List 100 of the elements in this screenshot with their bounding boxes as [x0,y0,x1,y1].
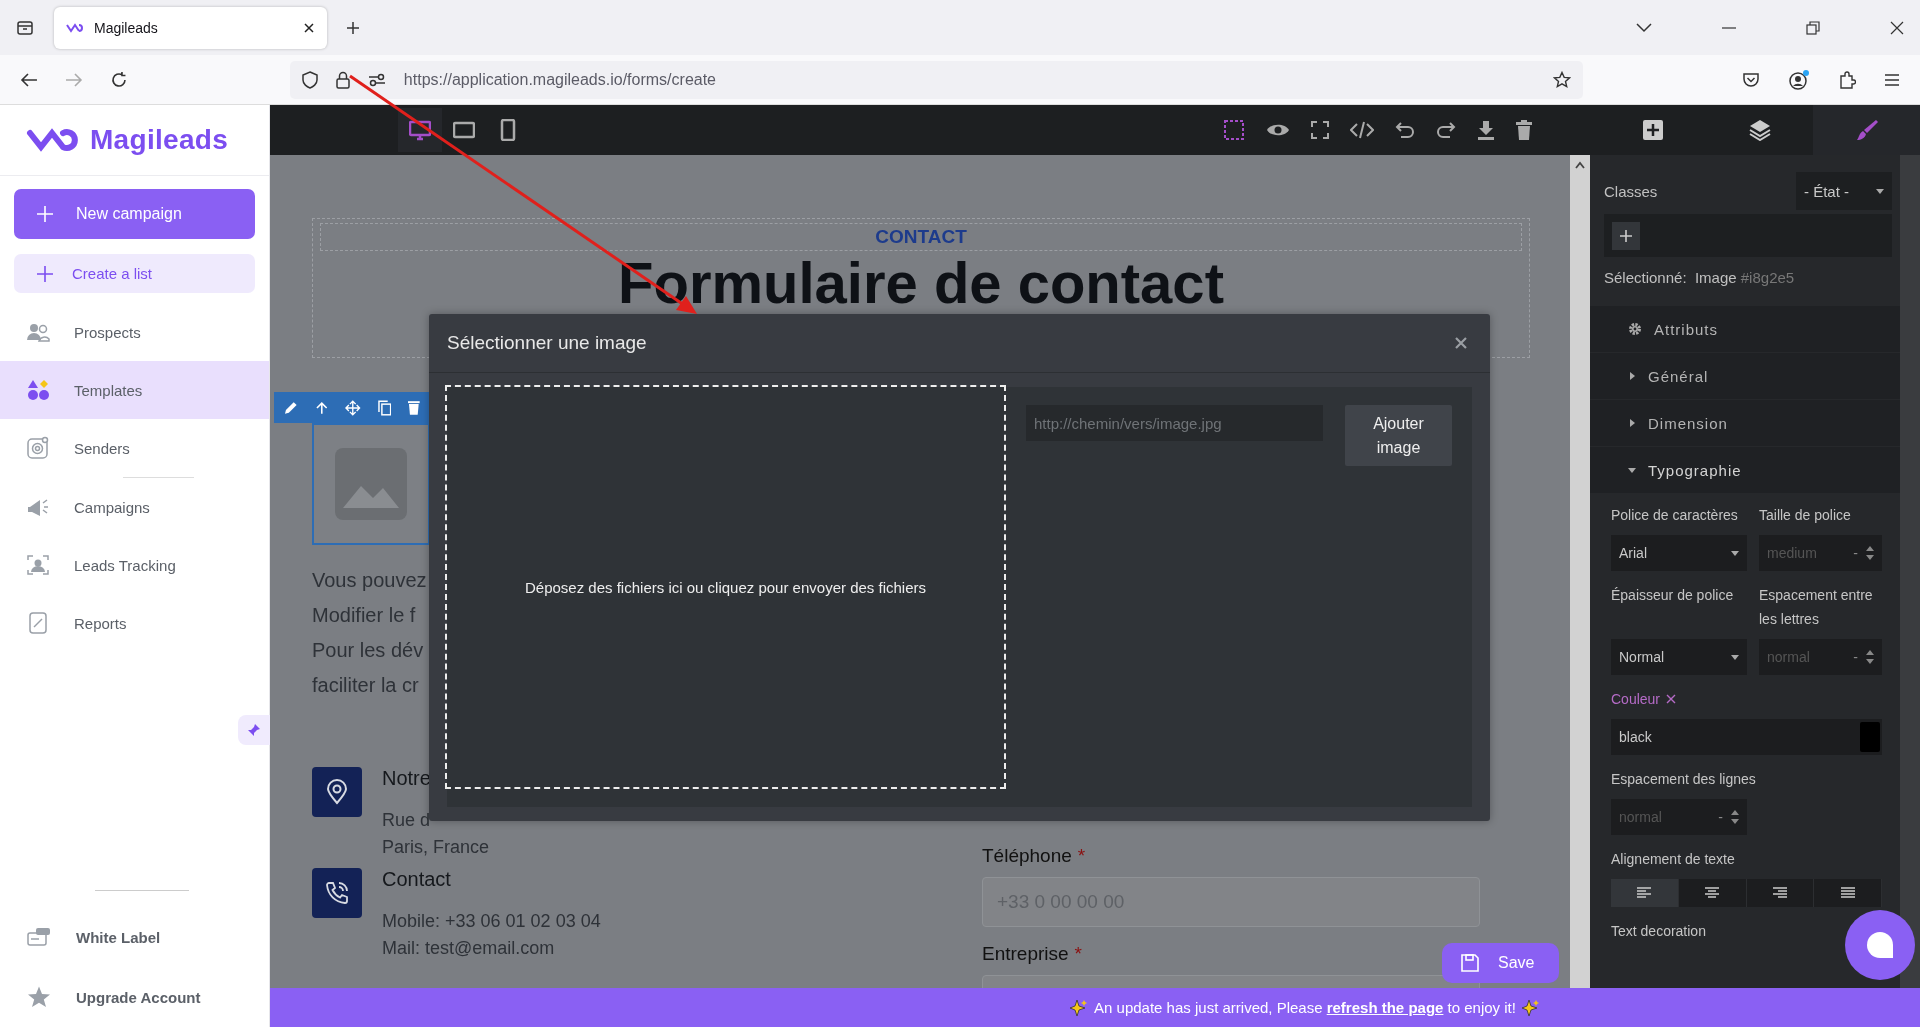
sparkle-icon [1070,998,1089,1017]
person-frame-icon [26,553,50,577]
panel-section[interactable]: Dimension [1590,400,1900,446]
eye-icon[interactable] [1266,122,1290,138]
brush-icon [1855,119,1878,141]
stepper-icon[interactable] [1866,650,1874,664]
refresh-link[interactable]: refresh the page [1326,999,1444,1016]
browser-tab[interactable]: Magileads [54,6,327,49]
tablet-icon [453,119,475,141]
arrow-up-icon[interactable] [314,400,329,415]
create-list-button[interactable]: Create a list [14,254,255,293]
contact-line: Mobile: +33 06 01 02 03 04 [382,911,601,932]
info-heading: Notre [382,767,432,790]
trash-icon[interactable] [408,400,420,415]
trash-icon[interactable] [1516,120,1532,140]
pencil-icon[interactable] [284,400,298,415]
number-field[interactable]: normal - [1759,639,1882,675]
pin-button[interactable] [238,715,270,745]
stepper-icon[interactable] [1731,810,1739,824]
location-pin-icon [326,779,348,805]
close-icon[interactable] [303,21,315,34]
caret-icon [1731,654,1739,660]
save-button[interactable]: Save [1442,943,1559,983]
property-label: Police de caractères [1611,506,1739,525]
tab-list-icon[interactable] [16,18,34,37]
scroll-up-icon[interactable] [1575,161,1585,169]
required-mark: * [1074,943,1082,965]
align-icon [1705,887,1720,899]
number-field[interactable]: normal - [1611,799,1747,835]
chevron-down-icon[interactable] [1636,22,1652,33]
account-icon[interactable] [1788,69,1810,90]
paragraph: Vous pouvez Modifier le f Pour les dév faciliter la cr [312,568,427,698]
layers-icon [1749,119,1771,141]
add-class-button[interactable] [1612,221,1640,250]
sidebar-item[interactable]: Templates [0,361,269,419]
add-image-button[interactable]: Ajouter image [1345,405,1452,466]
property-label: Taille de police [1759,506,1852,525]
classes-label: Classes [1604,182,1658,200]
restore-icon[interactable] [1806,20,1820,35]
color-swatch[interactable] [1860,722,1880,752]
caret-icon [1628,419,1636,427]
sidebar-item[interactable]: Senders [0,419,269,477]
code-icon[interactable] [1350,121,1374,139]
plus-box-icon [1642,119,1665,141]
address-bar[interactable]: https://application.magileads.io/forms/create [289,60,1583,99]
panel-section[interactable]: Typographie [1590,447,1900,493]
back-icon[interactable] [20,71,38,88]
menu-icon[interactable] [1884,72,1900,87]
device-button[interactable] [398,108,442,152]
star-icon[interactable] [1553,70,1571,89]
star-icon [26,985,52,1009]
chart-icon [26,611,50,635]
new-campaign-button[interactable]: New campaign [14,189,255,239]
sidebar-item[interactable]: Leads Tracking [0,536,269,594]
sidebar-item[interactable]: Upgrade Account [0,967,269,1027]
sidebar-item[interactable]: Reports [0,594,269,652]
stepper-icon[interactable] [1866,546,1874,560]
url-field[interactable]: http://chemin/vers/image.jpg [1026,405,1323,441]
drop-zone[interactable]: Déposez des fichiers ici ou cliquez pour envoyer des fichiers [445,385,1006,789]
shapes-icon [26,378,50,402]
shield-icon[interactable] [301,70,318,89]
sidebar-item[interactable]: White Label [0,907,269,967]
panel-section[interactable]: Attributs [1590,306,1900,352]
contact-line: Mail: test@email.com [382,938,556,959]
banner-message: An update has just arrived, Please refresh the page to enjoy it! [1094,999,1516,1016]
minimize-icon[interactable] [1722,26,1736,29]
property-label: Alignement de texte [1611,850,1736,869]
permissions-icon[interactable] [367,72,386,87]
new-tab-icon[interactable] [345,19,361,36]
logo-icon [66,22,84,33]
undo-icon[interactable] [1395,121,1415,139]
lock-icon[interactable] [335,70,350,89]
move-icon[interactable] [345,399,361,416]
select-field[interactable]: Arial [1611,535,1747,571]
reload-icon[interactable] [109,70,128,89]
copy-icon[interactable] [377,399,392,416]
required-mark: * [1077,845,1086,867]
download-icon[interactable] [1477,120,1495,140]
scrollbar[interactable] [1570,155,1590,988]
align-button[interactable] [1611,879,1679,907]
fullscreen-icon[interactable] [1311,121,1329,139]
state-select[interactable]: - État - [1796,172,1892,210]
close-icon[interactable] [1890,20,1904,35]
property-label: Épaisseur de police [1611,586,1735,605]
property-label: Espacement entre les lettres [1759,586,1874,629]
number-field[interactable]: medium - [1759,535,1882,571]
address-line: Paris, France [382,837,490,858]
sidebar-item[interactable]: Prospects [0,303,269,361]
panel-section[interactable]: Général [1590,353,1900,399]
pocket-icon[interactable] [1742,71,1760,88]
sidebar-item[interactable]: Campaigns [0,478,269,536]
redo-icon[interactable] [1436,121,1456,139]
clear-icon[interactable] [1666,694,1677,704]
pin-icon [247,723,261,737]
extensions-icon[interactable] [1838,70,1856,89]
scrollbar[interactable] [1900,155,1920,988]
color-field[interactable]: black [1611,719,1882,755]
gear-icon [1628,322,1642,336]
select-field[interactable]: Normal [1611,639,1747,675]
select-outline-icon[interactable] [1223,119,1245,141]
